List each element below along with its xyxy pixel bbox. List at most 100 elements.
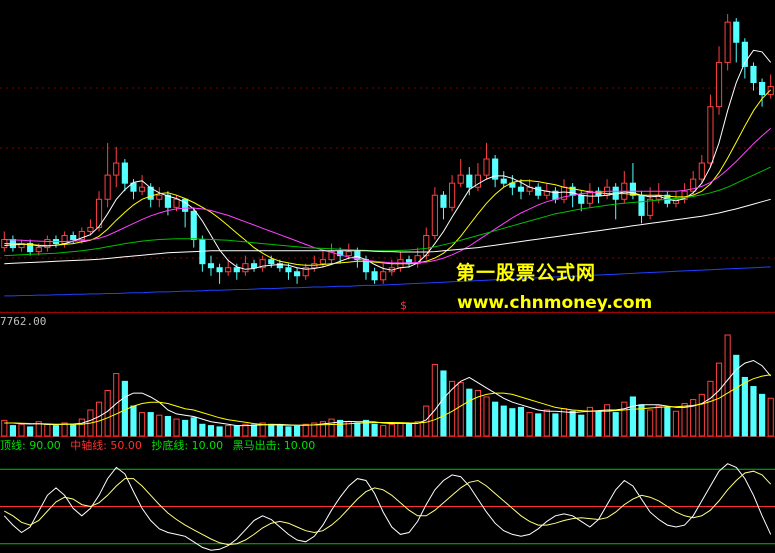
candle-body [139,186,146,192]
candle-body [87,226,94,232]
candle-body [190,210,197,241]
candle-body [647,198,654,216]
candle-body [578,194,585,204]
candle-body [285,267,292,273]
volume-bar [328,418,335,437]
candle-body [216,267,223,273]
ma10-line [4,89,772,266]
volume-bar [578,414,585,437]
volume-bar [27,426,34,437]
volume-bar [724,334,731,437]
candle-body [233,267,240,273]
candle-body [759,82,766,96]
candle-body [724,21,731,63]
candle-body [431,194,438,237]
volume-bar [552,413,559,437]
volume-bar [388,423,395,437]
watermark-title: 第一股票公式网 [456,262,597,284]
volume-bar [354,422,361,437]
candle-body [500,178,507,184]
volume-bar [500,405,507,437]
volume-bar [18,423,25,437]
candle-body [113,162,120,176]
candle-body [466,174,473,188]
candle-body [242,263,249,273]
candle-body [698,162,705,180]
volume-bar [104,389,111,437]
candle-body [483,158,490,176]
volume-bar [492,401,499,437]
candle-body [104,174,111,200]
volume-bar [715,362,723,437]
signal-marker: $ [400,299,407,312]
ma30-line [4,166,771,257]
volume-bar [440,370,447,437]
volume-bar [285,426,292,437]
volume-bar [44,423,51,437]
candle-body [182,198,189,212]
volume-bar [569,410,576,437]
candle-body [35,247,42,253]
volume-max-label: 7762.00 [0,315,47,328]
indicator-pane [0,463,775,551]
volume-bar [147,412,154,437]
volume-bar [741,376,748,437]
candle-body [225,267,232,273]
volume-bar [130,405,137,437]
volume-bar [655,405,662,437]
volume-bar [173,418,180,437]
volume-bar [95,401,103,437]
volume-bar [337,419,344,437]
volume-bar [647,409,654,437]
candle-body [250,263,258,269]
volume-bar [509,408,516,437]
volume-bar [216,426,223,437]
candle-body [294,271,301,277]
volume-bar [78,418,85,437]
candle-body [380,271,387,281]
volume-bar [638,404,645,437]
volume-bar [268,423,275,437]
volume-bar [629,396,636,437]
volume-bar [664,406,671,437]
volume-bar [250,424,258,437]
candle-body [535,186,542,196]
volume-bar [604,404,611,437]
volume-bar [52,425,60,437]
volume-bar [595,410,602,437]
volume-bar [698,393,705,437]
candle-body [638,194,645,216]
volume-bar [156,414,163,437]
volume-bar [9,425,16,437]
candle-body [173,198,180,208]
candle-body [156,194,163,200]
candle-body [319,259,327,265]
volume-bar [733,354,740,437]
candle-body [207,263,215,269]
volume-bar [681,402,688,437]
volume-bar [276,425,283,437]
volume-bar [397,422,404,437]
volume-bar [759,393,766,437]
volume-bar [750,386,757,437]
volume-bar [380,425,387,437]
volume-pane [1,334,774,437]
volume-bar [517,406,525,437]
volume-bar [612,412,619,437]
volume-bar [535,413,542,437]
stock-chart [0,14,775,551]
volume-bar [672,410,680,437]
volume-bar [164,415,171,437]
candle-body [715,61,723,108]
candle-body [733,21,740,43]
volume-bar [466,388,473,437]
volume-bar [707,380,714,437]
volume-bar [190,417,197,437]
volume-bar [526,412,533,437]
ma60-line [4,198,771,265]
volume-bar [207,425,215,437]
volume-bar [405,423,413,437]
candle-body [121,162,128,184]
volume-bar [233,425,240,437]
candle-body [767,86,774,96]
